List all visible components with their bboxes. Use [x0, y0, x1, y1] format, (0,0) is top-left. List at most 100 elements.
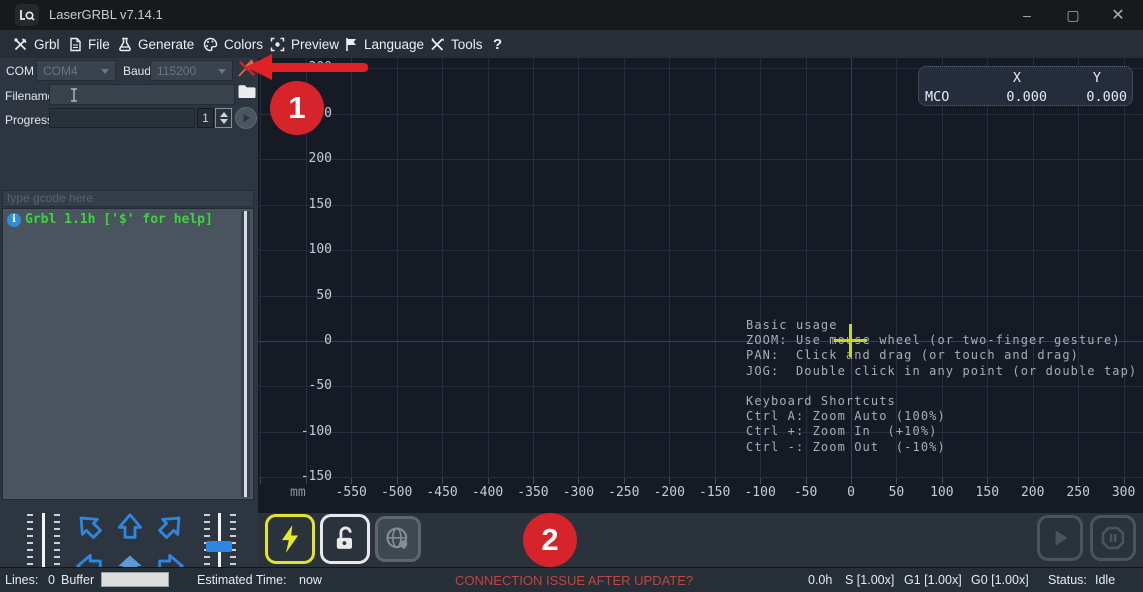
palette-icon — [203, 37, 218, 52]
g0-override[interactable]: G0 [1.00x] — [971, 573, 1029, 587]
play-icon — [241, 113, 251, 123]
annotation-step-1: 1 — [270, 81, 324, 135]
play-job-button[interactable] — [1037, 515, 1083, 561]
scrollbar-thumb[interactable] — [244, 211, 247, 497]
open-file-button[interactable] — [237, 83, 258, 101]
lines-value: 0 — [48, 573, 55, 587]
menu-preview[interactable]: Preview — [270, 30, 339, 58]
pause-octagon-icon — [1099, 524, 1127, 552]
unlock-icon — [331, 525, 359, 553]
axis-tick — [760, 478, 761, 484]
console-line: i Grbl 1.1h ['$' for help] — [3, 209, 253, 230]
globe-pin-icon — [384, 525, 412, 553]
axis-tick — [806, 478, 807, 484]
close-button[interactable]: ✕ — [1103, 0, 1133, 30]
filename-label: Filename — [5, 89, 54, 103]
lightning-icon — [276, 524, 304, 554]
axis-tick — [488, 478, 489, 484]
run-program-button[interactable] — [235, 107, 257, 129]
connection-issue-link[interactable]: CONNECTION ISSUE AFTER UPDATE? — [455, 573, 693, 588]
gridline-vertical — [260, 58, 261, 478]
maximize-button[interactable]: ▢ — [1058, 0, 1088, 30]
menu-generate[interactable]: Generate — [118, 30, 194, 58]
dro-y-value: 0.000 — [1057, 89, 1137, 105]
folder-icon — [237, 83, 257, 100]
baud-label: Baud — [123, 64, 151, 78]
filename-input[interactable] — [49, 84, 235, 105]
gridline-vertical — [715, 58, 716, 478]
lines-label: Lines: — [5, 573, 38, 587]
axis-tick — [715, 478, 716, 484]
text-cursor-icon — [70, 88, 78, 102]
axis-tick — [896, 478, 897, 484]
gridline-horizontal — [258, 159, 1143, 160]
position-readout: X Y MCO 0.000 0.000 — [918, 66, 1133, 106]
passes-stepper[interactable] — [215, 108, 232, 128]
g1-override[interactable]: G1 [1.00x] — [904, 573, 962, 587]
gridline-horizontal — [258, 477, 1143, 478]
preview-frame-icon — [270, 37, 285, 52]
homing-button[interactable] — [375, 516, 421, 562]
menu-tools[interactable]: Tools — [430, 30, 483, 58]
axis-tick — [669, 478, 670, 484]
pause-job-button[interactable] — [1090, 515, 1136, 561]
gcode-command-input[interactable]: type gcode here — [2, 190, 254, 207]
y-axis-tick-label: -150 — [274, 469, 332, 484]
axis-tick — [442, 478, 443, 484]
estimated-time-label: Estimated Time: — [197, 573, 287, 587]
file-icon — [68, 37, 82, 52]
console-scrollbar[interactable] — [241, 211, 250, 497]
axis-tick — [578, 478, 579, 484]
gridline-vertical — [351, 58, 352, 478]
unlock-button[interactable] — [320, 514, 370, 564]
console-log[interactable]: i Grbl 1.1h ['$' for help] — [2, 208, 254, 500]
axis-tick — [987, 478, 988, 484]
usage-help-overlay: Basic usage ZOOM: Use mouse wheel (or tw… — [746, 318, 1137, 455]
focus-laser-button[interactable] — [265, 514, 315, 564]
gridline-horizontal — [258, 205, 1143, 206]
status-bar: Lines: 0 Buffer Estimated Time: now CONN… — [0, 567, 1143, 592]
jog-up-left-button[interactable] — [68, 506, 109, 546]
gridline-vertical — [624, 58, 625, 478]
y-axis-tick-label: 0 — [274, 333, 332, 348]
jog-up-right-button[interactable] — [150, 506, 191, 546]
flask-icon — [118, 37, 132, 52]
minimize-button[interactable]: – — [1012, 0, 1042, 30]
x-axis-tick-label: 300 — [1092, 485, 1143, 500]
baud-rate-select[interactable]: 115200 — [150, 60, 233, 81]
gridline-horizontal — [258, 250, 1143, 251]
s-override[interactable]: S [1.00x] — [845, 573, 894, 587]
jog-up-button[interactable] — [109, 506, 150, 546]
com-port-select[interactable]: COM4 — [36, 60, 116, 81]
com-label: COM — [6, 64, 34, 78]
menu-language[interactable]: Language — [345, 30, 424, 58]
axis-tick — [533, 478, 534, 484]
gridline-vertical — [533, 58, 534, 478]
passes-count-field[interactable]: 1 — [197, 108, 214, 128]
y-axis-tick-label: 50 — [274, 288, 332, 303]
chevron-down-icon — [101, 69, 109, 74]
axis-tick — [260, 478, 261, 484]
dro-row-label: MCO — [925, 89, 977, 105]
custom-buttons-bar[interactable]: Right click here to add custom buttons — [258, 513, 1143, 567]
laser-crosshair-icon — [834, 339, 867, 342]
progress-bar — [49, 108, 195, 128]
grbl-tools-icon — [13, 37, 28, 52]
spin-down-icon[interactable] — [220, 119, 228, 124]
menu-grbl[interactable]: Grbl — [13, 30, 60, 58]
crossed-tools-icon — [430, 37, 445, 52]
menu-file[interactable]: File — [68, 30, 110, 58]
menu-help[interactable]: ? — [493, 30, 502, 58]
annotation-step-2: 2 — [523, 513, 577, 567]
axis-tick — [397, 478, 398, 484]
annotation-arrow — [268, 63, 368, 72]
console-text: Grbl 1.1h ['$' for help] — [25, 212, 213, 227]
app-logo-icon — [15, 4, 39, 26]
info-icon: i — [7, 213, 21, 227]
axis-unit-label: mm — [290, 485, 306, 500]
play-icon — [1047, 525, 1073, 551]
control-panel: COM COM4 Baud 115200 Filename — [0, 58, 258, 567]
gridline-vertical — [488, 58, 489, 478]
spin-up-icon[interactable] — [220, 112, 228, 117]
step-slider-handle[interactable] — [206, 541, 232, 552]
